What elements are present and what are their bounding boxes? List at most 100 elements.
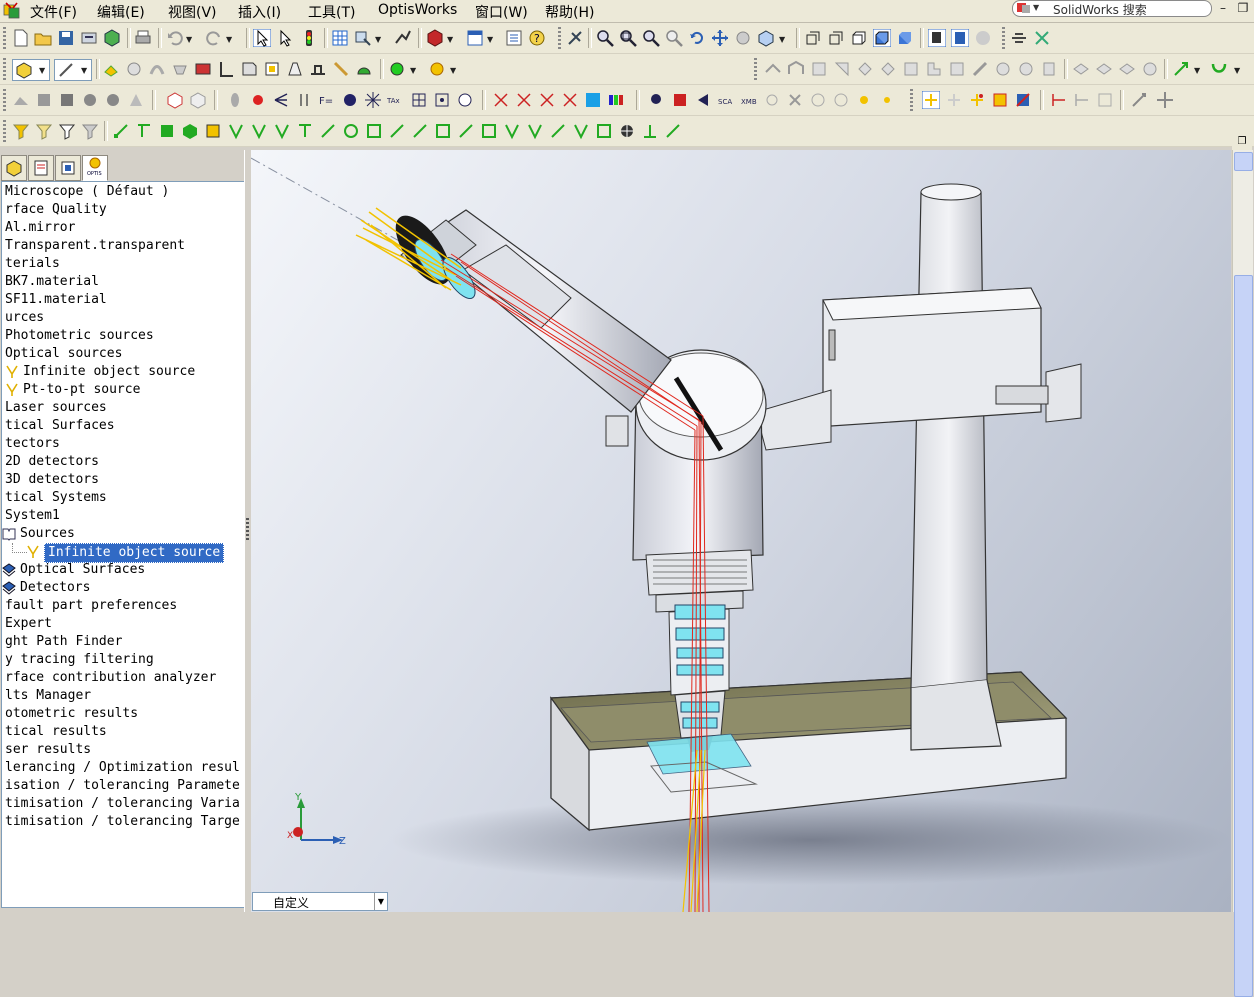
opt-gray-b-icon[interactable] [35, 91, 53, 109]
opt-cube-red-icon[interactable] [166, 91, 184, 109]
select-filter-13-icon[interactable] [388, 122, 406, 140]
filter-a-icon[interactable] [12, 122, 30, 140]
shadows-icon[interactable] [928, 29, 946, 47]
sheet-metal-k-icon[interactable] [994, 60, 1012, 78]
opt-detector-icon[interactable] [584, 91, 602, 109]
grid-icon[interactable] [331, 29, 349, 47]
sheet-metal-i-icon[interactable] [948, 60, 966, 78]
select-filter-3-icon[interactable] [158, 122, 176, 140]
print-icon[interactable] [134, 29, 152, 47]
options-cube-icon[interactable] [103, 29, 121, 47]
wireframe-icon[interactable] [804, 29, 822, 47]
opt-measure-b-icon[interactable] [1073, 91, 1091, 109]
opt-source-b-icon[interactable] [515, 91, 533, 109]
menu-help[interactable]: 帮助(H) [545, 2, 594, 22]
sheet-metal-d-icon[interactable] [833, 60, 851, 78]
opt-sphere-icon[interactable] [456, 91, 474, 109]
search-box[interactable]: ▼ SolidWorks 搜索 [1012, 0, 1212, 17]
sketch-tool-icon[interactable] [566, 29, 584, 47]
restore-icon[interactable]: ❐ [1234, 1, 1252, 15]
select-filter-18-icon[interactable] [503, 122, 521, 140]
menu-insert[interactable]: 插入(I) [238, 2, 281, 22]
select-filter-12-icon[interactable] [365, 122, 383, 140]
opt-arrows-icon[interactable] [295, 91, 313, 109]
opt-disabled-b-icon[interactable] [809, 91, 827, 109]
select-filter-24-icon[interactable] [641, 122, 659, 140]
scroll-up-icon[interactable] [1234, 152, 1253, 171]
opt-gray-e-icon[interactable] [104, 91, 122, 109]
opt-sun-icon[interactable] [855, 91, 873, 109]
weldment-b-icon[interactable] [1095, 60, 1113, 78]
opt-gray-a-icon[interactable] [12, 91, 30, 109]
scroll-thumb[interactable] [1234, 275, 1253, 997]
view-layout-icon[interactable] [466, 29, 484, 47]
restore-viewport-icon[interactable]: ❐ [1232, 136, 1252, 150]
optis-toolbar-a-icon[interactable] [1010, 29, 1028, 47]
menu-file[interactable]: 文件(F) [30, 2, 77, 22]
red-cube-icon[interactable] [426, 29, 444, 47]
standard-views-icon[interactable] [757, 29, 775, 47]
chevron-down-icon[interactable]: ▼ [374, 893, 387, 910]
weldment-c-icon[interactable] [1118, 60, 1136, 78]
opt-cube-gray-icon[interactable] [189, 91, 207, 109]
properties-icon[interactable] [505, 29, 523, 47]
opt-sun-small-icon[interactable] [878, 91, 896, 109]
dimension-dropdown[interactable]: ▼ [54, 59, 92, 81]
opt-close-icon[interactable] [786, 91, 804, 109]
opt-play-icon[interactable] [694, 91, 712, 109]
select-filter-icon[interactable] [276, 29, 294, 47]
shaded-with-edges-icon[interactable] [873, 29, 891, 47]
chamfer-icon[interactable] [240, 60, 258, 78]
tab-property-manager[interactable] [28, 155, 54, 181]
select-filter-22-icon[interactable] [595, 122, 613, 140]
curves-icon[interactable] [428, 60, 446, 78]
menu-tools[interactable]: 工具(T) [308, 2, 355, 22]
shell-icon[interactable] [263, 60, 281, 78]
filter-b-icon[interactable] [35, 122, 53, 140]
opt-lens-icon[interactable] [226, 91, 244, 109]
opt-tax-icon[interactable]: TAx [387, 91, 405, 109]
opt-xmb-icon[interactable]: XMB [740, 91, 758, 109]
opt-measure-a-icon[interactable] [1050, 91, 1068, 109]
new-file-icon[interactable] [12, 29, 30, 47]
select-filter-20-icon[interactable] [549, 122, 567, 140]
draft-icon[interactable] [286, 60, 304, 78]
opt-disabled-c-icon[interactable] [832, 91, 850, 109]
part-type-dropdown[interactable]: ▼ [12, 59, 50, 81]
select-filter-19-icon[interactable] [526, 122, 544, 140]
filter-c-icon[interactable] [58, 122, 76, 140]
save-icon[interactable] [57, 29, 75, 47]
opt-results-icon[interactable] [671, 91, 689, 109]
opt-sca-icon[interactable]: SCA [717, 91, 735, 109]
opt-spectrum-icon[interactable] [341, 91, 359, 109]
opt-target-icon[interactable] [433, 91, 451, 109]
opt-tool-a-icon[interactable] [1130, 91, 1148, 109]
menu-view[interactable]: 视图(V) [168, 2, 217, 22]
opt-light-d-icon[interactable] [991, 91, 1009, 109]
sheet-metal-e-icon[interactable] [856, 60, 874, 78]
opt-light-c-icon[interactable] [968, 91, 986, 109]
zoom-area-icon[interactable] [619, 29, 637, 47]
reference-geometry-icon[interactable] [388, 60, 406, 78]
solidworks-logo-icon[interactable] [3, 2, 21, 20]
boundary-icon[interactable] [194, 60, 212, 78]
opt-light-active-icon[interactable] [922, 91, 940, 109]
redo-icon[interactable] [205, 29, 223, 47]
graphics-viewport[interactable]: Y Z X [251, 150, 1231, 912]
opt-tool-b-icon[interactable] [1156, 91, 1174, 109]
select-filter-16-icon[interactable] [457, 122, 475, 140]
hidden-lines-removed-icon[interactable] [850, 29, 868, 47]
opt-source-d-icon[interactable] [561, 91, 579, 109]
sheet-metal-h-icon[interactable] [925, 60, 943, 78]
hidden-lines-visible-icon[interactable] [827, 29, 845, 47]
select-filter-25-icon[interactable] [664, 122, 682, 140]
sweep-icon[interactable] [148, 60, 166, 78]
select-filter-11-icon[interactable] [342, 122, 360, 140]
sheet-metal-b-icon[interactable] [787, 60, 805, 78]
rib-icon[interactable] [309, 60, 327, 78]
panel-splitter[interactable] [244, 150, 251, 912]
pan-icon[interactable] [711, 29, 729, 47]
sheet-metal-j-icon[interactable] [971, 60, 989, 78]
opt-formula-icon[interactable]: F= [318, 91, 336, 109]
sheet-metal-a-icon[interactable] [764, 60, 782, 78]
